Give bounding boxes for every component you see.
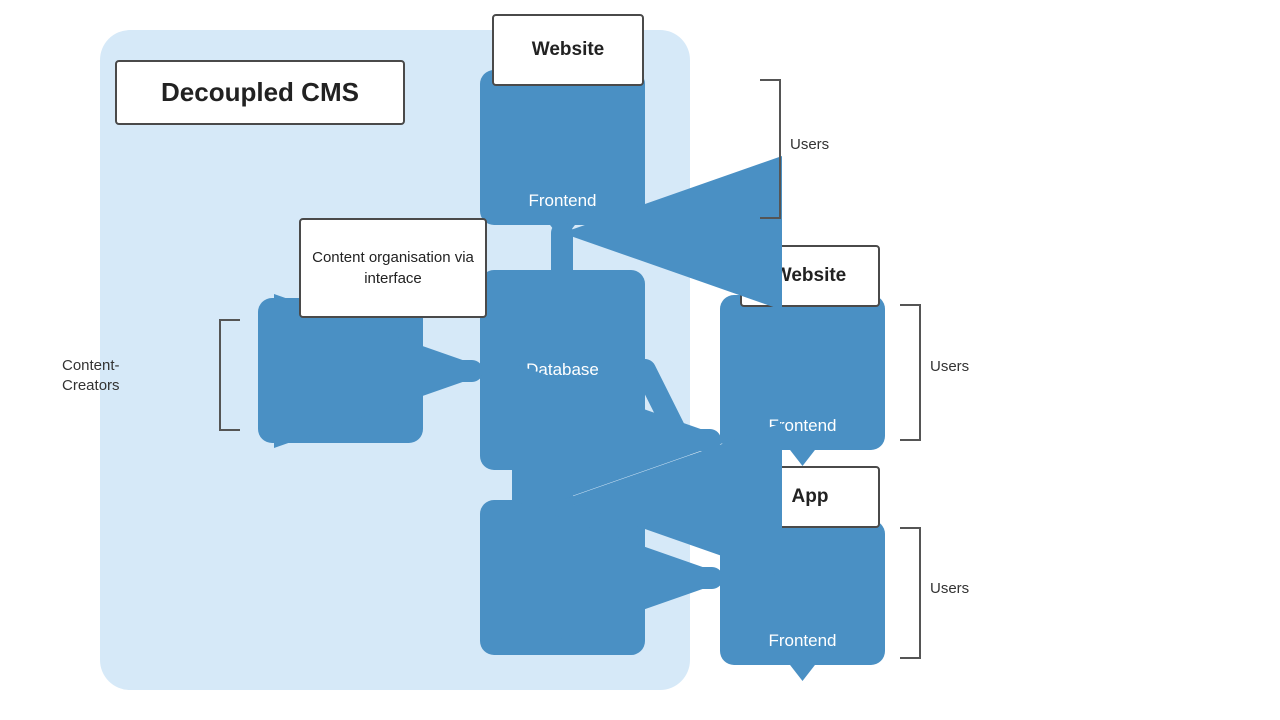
restapi-label: REST-API [524,568,601,588]
decoupled-cms-label: Decoupled CMS [161,77,359,108]
users1-label: Users [790,136,829,153]
app-box: App [740,466,880,528]
callout-box: Content organisation via interface [299,218,487,318]
frontend2-node: Frontend [720,295,885,450]
content-creators-label: Content- Creators [62,356,120,395]
website1-box: Website [492,14,644,86]
website2-label: Website [774,265,847,287]
database-label: Database [526,360,599,380]
frontend2-notch [789,448,817,466]
backend-node: Backend [258,298,423,443]
backend-label: Backend [307,361,373,381]
users3-label: Users [930,580,969,597]
restapi-node: REST-API [480,500,645,655]
frontend1-node: Frontend [480,70,645,225]
frontend2-label: Frontend [768,416,836,436]
frontend3-label: Frontend [768,631,836,651]
diagram-container: Decoupled CMS Content organisation via i… [0,0,1280,720]
website2-box: Website [740,245,880,307]
frontend3-notch [789,663,817,681]
website1-label: Website [532,39,605,61]
frontend1-label: Frontend [528,191,596,211]
decoupled-cms-box: Decoupled CMS [115,60,405,125]
frontend3-node: Frontend [720,520,885,665]
app-label: App [792,486,829,508]
database-node: Database [480,270,645,470]
users2-label: Users [930,358,969,375]
callout-text: Content organisation via interface [301,247,485,289]
